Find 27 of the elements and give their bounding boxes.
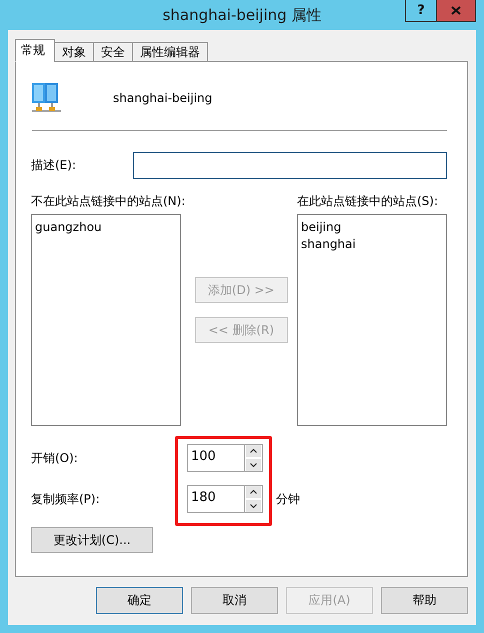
tab[interactable]: 常规 [15, 39, 55, 62]
tab[interactable]: 属性编辑器 [132, 42, 208, 62]
change-schedule-button[interactable]: 更改计划(C)... [31, 527, 153, 553]
list-label: 不在此站点链接中的站点(N): [31, 193, 186, 210]
description-label: 描述(E): [31, 157, 77, 174]
site-list[interactable]: guangzhou [31, 214, 181, 426]
tab[interactable]: 对象 [54, 42, 94, 62]
spin-field[interactable]: 100 [187, 444, 263, 472]
dialog-button[interactable]: 确定 [96, 587, 183, 614]
site-link-name: shanghai-beijing [113, 91, 212, 105]
list-item[interactable]: beijing [301, 219, 342, 236]
dialog-button[interactable]: 取消 [191, 587, 278, 614]
list-item[interactable]: guangzhou [35, 219, 102, 236]
list-item[interactable]: shanghai [301, 236, 356, 253]
close-button[interactable] [437, 0, 476, 22]
description-field[interactable] [133, 152, 447, 179]
spin-field[interactable]: 180 [187, 485, 263, 513]
field-label: 开销(O): [31, 450, 78, 466]
close-icon [451, 6, 461, 15]
list-label: 在此站点链接中的站点(S): [297, 193, 440, 210]
field-label: 复制频率(P): [31, 490, 100, 508]
window-title: shanghai-beijing 属性 [162, 6, 322, 24]
dialog-button[interactable]: 帮助 [381, 587, 468, 614]
help-button[interactable]: ? [405, 0, 437, 22]
site-link-icon [31, 82, 63, 114]
unit-label: 分钟 [276, 490, 300, 508]
site-list[interactable]: beijing shanghai [297, 214, 447, 426]
